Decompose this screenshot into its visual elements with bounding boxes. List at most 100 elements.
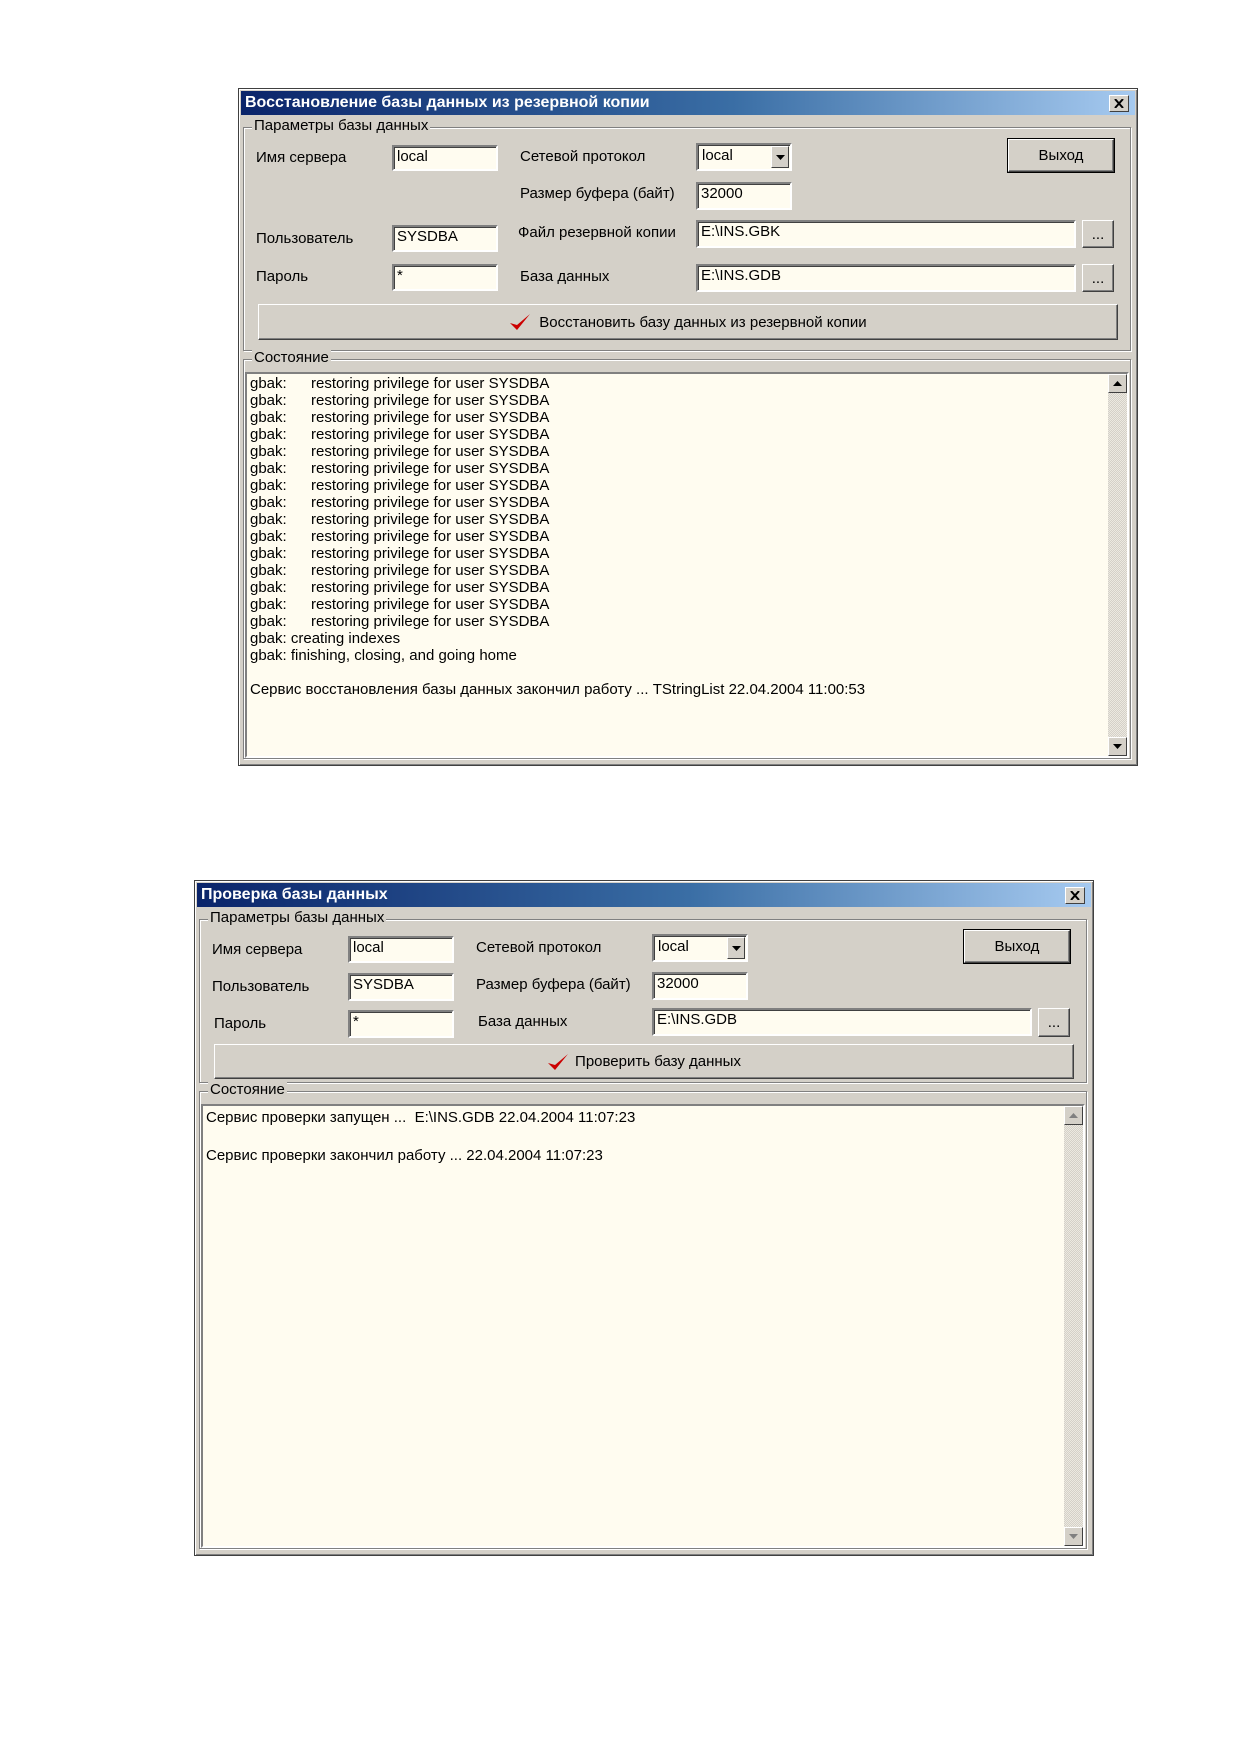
verify-password-label: Пароль: [214, 1015, 267, 1032]
restore-log-scrollbar[interactable]: [1108, 374, 1127, 756]
log-line: gbak: restoring privilege for user SYSDBA: [250, 562, 865, 579]
verify-run-label: Проверить базу данных: [575, 1053, 741, 1070]
close-icon: [1070, 891, 1080, 900]
scroll-down-arrow-icon: [1113, 744, 1122, 749]
log-message: restoring privilege for user SYSDBA: [311, 375, 550, 392]
log-message: restoring privilege for user SYSDBA: [311, 596, 550, 613]
log-line: gbak: restoring privilege for user SYSDBA: [250, 494, 865, 511]
log-line: gbak: restoring privilege for user SYSDBA: [250, 528, 865, 545]
log-line: gbak: restoring privilege for user SYSDBA: [250, 596, 865, 613]
log-line: gbak: restoring privilege for user SYSDBA: [250, 579, 865, 596]
log-line: Сервис восстановления базы данных законч…: [250, 681, 866, 698]
log-line: gbak: restoring privilege for user SYSDBA: [250, 613, 865, 630]
log-line: gbak: restoring privilege for user SYSDBA: [250, 545, 865, 562]
verify-titlebar[interactable]: Проверка базы данных: [197, 883, 1091, 907]
log-line: gbak: restoring privilege for user SYSDBA: [250, 477, 865, 494]
verify-buffer-input[interactable]: 32000: [652, 972, 748, 1000]
restore-database-label: База данных: [520, 268, 610, 285]
verify-title: Проверка базы данных: [201, 886, 388, 903]
scroll-up-button[interactable]: [1064, 1106, 1083, 1125]
log-prefix: gbak:: [250, 562, 287, 579]
dropdown-arrow-icon[interactable]: [727, 937, 745, 959]
verify-database-label: База данных: [478, 1013, 568, 1030]
restore-database-browse-label: ...: [1091, 269, 1105, 287]
restore-database-input[interactable]: E:\INS.GDB: [696, 264, 1076, 292]
restore-password-input[interactable]: *: [392, 264, 498, 291]
verify-run-button[interactable]: Проверить базу данных: [214, 1044, 1074, 1079]
restore-buffer-label: Размер буфера (байт): [520, 185, 675, 202]
verify-protocol-select[interactable]: local: [652, 934, 748, 962]
restore-log-text: gbak: restoring privilege for user SYSDBA…: [250, 375, 865, 698]
restore-server-input[interactable]: local: [392, 145, 498, 171]
close-icon: [1114, 99, 1124, 108]
verify-log-memo[interactable]: Сервис проверки запущен ... E:\INS.GDB 2…: [201, 1104, 1085, 1548]
restore-titlebar[interactable]: Восстановление базы данных из резервной …: [241, 91, 1135, 115]
log-message: restoring privilege for user SYSDBA: [311, 579, 550, 596]
verify-params-group: Параметры базы данных Имя сервера local …: [199, 910, 1087, 1083]
verify-protocol-value: local: [658, 938, 689, 955]
log-prefix: gbak:: [250, 613, 287, 630]
verify-exit-button[interactable]: Выход: [963, 929, 1071, 964]
scroll-down-button[interactable]: [1108, 737, 1127, 756]
verify-close-button[interactable]: [1065, 887, 1085, 904]
verify-status-legend: Состояние: [208, 1081, 287, 1098]
restore-status-group: Состояние gbak: restoring privilege for u…: [243, 350, 1131, 759]
log-line: gbak: restoring privilege for user SYSDBA: [250, 392, 865, 409]
log-line: gbak: finishing, closing, and going home: [250, 647, 517, 664]
log-prefix: gbak:: [250, 392, 287, 409]
restore-buffer-input[interactable]: 32000: [696, 182, 792, 210]
log-message: restoring privilege for user SYSDBA: [311, 409, 550, 426]
scroll-up-arrow-icon: [1069, 1113, 1078, 1118]
verify-log-scrollbar[interactable]: [1064, 1106, 1083, 1546]
log-line: Сервис проверки запущен ... E:\INS.GDB 2…: [206, 1109, 636, 1126]
restore-window: Восстановление базы данных из резервной …: [238, 88, 1138, 766]
log-prefix: gbak:: [250, 596, 287, 613]
dropdown-arrow-icon[interactable]: [771, 146, 789, 168]
verify-database-browse-button[interactable]: ...: [1038, 1008, 1070, 1037]
verify-server-label: Имя сервера: [212, 941, 303, 958]
scroll-down-button[interactable]: [1064, 1527, 1083, 1546]
restore-backup-browse-label: ...: [1091, 225, 1105, 243]
verify-user-input[interactable]: SYSDBA: [348, 973, 454, 1001]
restore-exit-label: Выход: [1038, 147, 1084, 164]
verify-server-input[interactable]: local: [348, 936, 454, 963]
restore-exit-button[interactable]: Выход: [1007, 138, 1115, 173]
verify-protocol-label: Сетевой протокол: [476, 939, 602, 956]
restore-backup-browse-button[interactable]: ...: [1082, 220, 1114, 248]
log-line: gbak: restoring privilege for user SYSDBA: [250, 511, 865, 528]
red-checkmark-icon: [510, 314, 531, 330]
restore-backup-file-input[interactable]: E:\INS.GBK: [696, 220, 1076, 248]
log-message: restoring privilege for user SYSDBA: [311, 392, 550, 409]
log-line: gbak: restoring privilege for user SYSDBA: [250, 443, 865, 460]
restore-params-legend: Параметры базы данных: [252, 117, 431, 134]
restore-protocol-value: local: [702, 147, 733, 164]
verify-password-input[interactable]: *: [348, 1010, 454, 1038]
restore-run-label: Восстановить базу данных из резервной ко…: [539, 313, 867, 331]
verify-database-input[interactable]: E:\INS.GDB: [652, 1008, 1032, 1036]
restore-close-button[interactable]: [1109, 95, 1129, 112]
restore-protocol-select[interactable]: local: [696, 143, 792, 171]
restore-log-memo[interactable]: gbak: restoring privilege for user SYSDBA…: [245, 372, 1129, 758]
log-message: restoring privilege for user SYSDBA: [311, 562, 550, 579]
restore-user-label: Пользователь: [256, 230, 354, 247]
log-prefix: gbak:: [250, 443, 287, 460]
scroll-up-button[interactable]: [1108, 374, 1127, 393]
log-message: restoring privilege for user SYSDBA: [311, 443, 550, 460]
verify-user-label: Пользователь: [212, 978, 310, 995]
log-prefix: gbak:: [250, 375, 287, 392]
verify-log-text: Сервис проверки запущен ... E:\INS.GDB 2…: [206, 1108, 635, 1165]
restore-password-label: Пароль: [256, 268, 309, 285]
log-message: restoring privilege for user SYSDBA: [311, 545, 550, 562]
restore-title: Восстановление базы данных из резервной …: [245, 94, 650, 111]
log-prefix: gbak:: [250, 426, 287, 443]
restore-database-browse-button[interactable]: ...: [1082, 264, 1114, 292]
restore-run-button[interactable]: Восстановить базу данных из резервной ко…: [258, 304, 1118, 340]
restore-server-label: Имя сервера: [256, 149, 347, 166]
log-line: Сервис проверки закончил работу ... 22.0…: [206, 1147, 603, 1164]
restore-protocol-label: Сетевой протокол: [520, 148, 646, 165]
log-message: restoring privilege for user SYSDBA: [311, 528, 550, 545]
restore-user-input[interactable]: SYSDBA: [392, 225, 498, 252]
log-message: restoring privilege for user SYSDBA: [311, 494, 550, 511]
log-prefix: gbak:: [250, 494, 287, 511]
